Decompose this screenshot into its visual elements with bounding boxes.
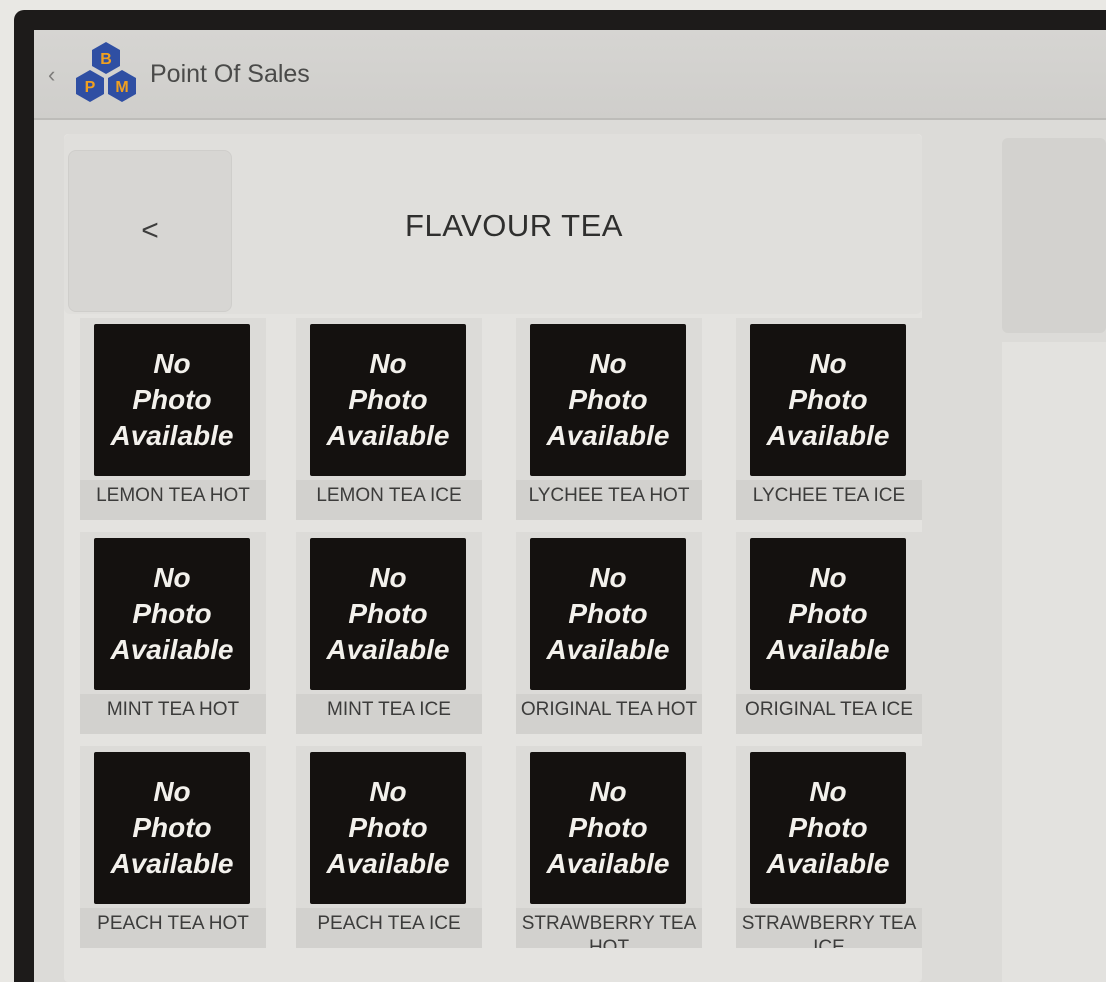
category-header: < FLAVOUR TEA <box>64 134 922 314</box>
category-title: FLAVOUR TEA <box>405 208 623 243</box>
no-photo-text: No Photo Available <box>546 562 670 665</box>
side-panel-bottom <box>1002 342 1106 982</box>
product-label: PEACH TEA HOT <box>80 908 266 948</box>
no-photo-text: No Photo Available <box>766 562 890 665</box>
no-photo-text: No Photo Available <box>766 348 890 451</box>
product-image-placeholder: No Photo Available <box>750 324 906 476</box>
product-tile[interactable]: No Photo Available LYCHEE TEA ICE <box>736 318 922 520</box>
product-tile[interactable]: No Photo Available PEACH TEA HOT <box>80 746 266 948</box>
no-photo-text: No Photo Available <box>326 776 450 879</box>
product-tile[interactable]: No Photo Available STRAWBERRY TEA ICE <box>736 746 922 948</box>
product-label: ORIGINAL TEA ICE <box>736 694 922 734</box>
product-label: LYCHEE TEA ICE <box>736 480 922 520</box>
product-image-placeholder: No Photo Available <box>310 752 466 904</box>
product-label: STRAWBERRY TEA HOT <box>516 908 702 948</box>
product-label: STRAWBERRY TEA ICE <box>736 908 922 948</box>
product-tile[interactable]: No Photo Available ORIGINAL TEA HOT <box>516 532 702 734</box>
no-photo-text: No Photo Available <box>766 776 890 879</box>
product-image-placeholder: No Photo Available <box>94 324 250 476</box>
product-image-placeholder: No Photo Available <box>94 538 250 690</box>
logo-letter-m: M <box>115 79 128 96</box>
product-tile[interactable]: No Photo Available MINT TEA ICE <box>296 532 482 734</box>
side-panel-top <box>1002 138 1106 333</box>
product-image-placeholder: No Photo Available <box>94 752 250 904</box>
product-image-placeholder: No Photo Available <box>750 538 906 690</box>
up-caret-icon[interactable]: ‹ <box>48 62 55 88</box>
no-photo-text: No Photo Available <box>546 776 670 879</box>
product-image-placeholder: No Photo Available <box>310 324 466 476</box>
product-label: ORIGINAL TEA HOT <box>516 694 702 734</box>
category-back-button[interactable]: < <box>68 150 232 312</box>
product-image-placeholder: No Photo Available <box>750 752 906 904</box>
product-tile[interactable]: No Photo Available LYCHEE TEA HOT <box>516 318 702 520</box>
logo-letter-b: B <box>100 51 112 68</box>
no-photo-text: No Photo Available <box>110 348 234 451</box>
product-image-placeholder: No Photo Available <box>530 324 686 476</box>
no-photo-text: No Photo Available <box>110 562 234 665</box>
product-tile[interactable]: No Photo Available PEACH TEA ICE <box>296 746 482 948</box>
product-tile[interactable]: No Photo Available ORIGINAL TEA ICE <box>736 532 922 734</box>
product-label: LEMON TEA HOT <box>80 480 266 520</box>
product-label: MINT TEA HOT <box>80 694 266 734</box>
product-image-placeholder: No Photo Available <box>530 752 686 904</box>
screen: ‹ B P M Point Of Sales < FLAVOUR TEA No P… <box>34 30 1106 982</box>
product-panel: < FLAVOUR TEA No Photo Available LEMON TEA … <box>64 134 922 982</box>
product-tile[interactable]: No Photo Available LEMON TEA ICE <box>296 318 482 520</box>
product-image-placeholder: No Photo Available <box>530 538 686 690</box>
product-image-placeholder: No Photo Available <box>310 538 466 690</box>
product-label: LEMON TEA ICE <box>296 480 482 520</box>
no-photo-text: No Photo Available <box>326 348 450 451</box>
no-photo-text: No Photo Available <box>326 562 450 665</box>
product-label: LYCHEE TEA HOT <box>516 480 702 520</box>
no-photo-text: No Photo Available <box>110 776 234 879</box>
product-tile[interactable]: No Photo Available MINT TEA HOT <box>80 532 266 734</box>
product-label: PEACH TEA ICE <box>296 908 482 948</box>
product-tile[interactable]: No Photo Available STRAWBERRY TEA HOT <box>516 746 702 948</box>
product-tile[interactable]: No Photo Available LEMON TEA HOT <box>80 318 266 520</box>
logo-letter-p: P <box>85 79 96 96</box>
action-bar: ‹ B P M Point Of Sales <box>34 30 1106 120</box>
product-label: MINT TEA ICE <box>296 694 482 734</box>
app-logo[interactable]: B P M <box>62 40 146 114</box>
no-photo-text: No Photo Available <box>546 348 670 451</box>
app-title: Point Of Sales <box>150 60 310 88</box>
